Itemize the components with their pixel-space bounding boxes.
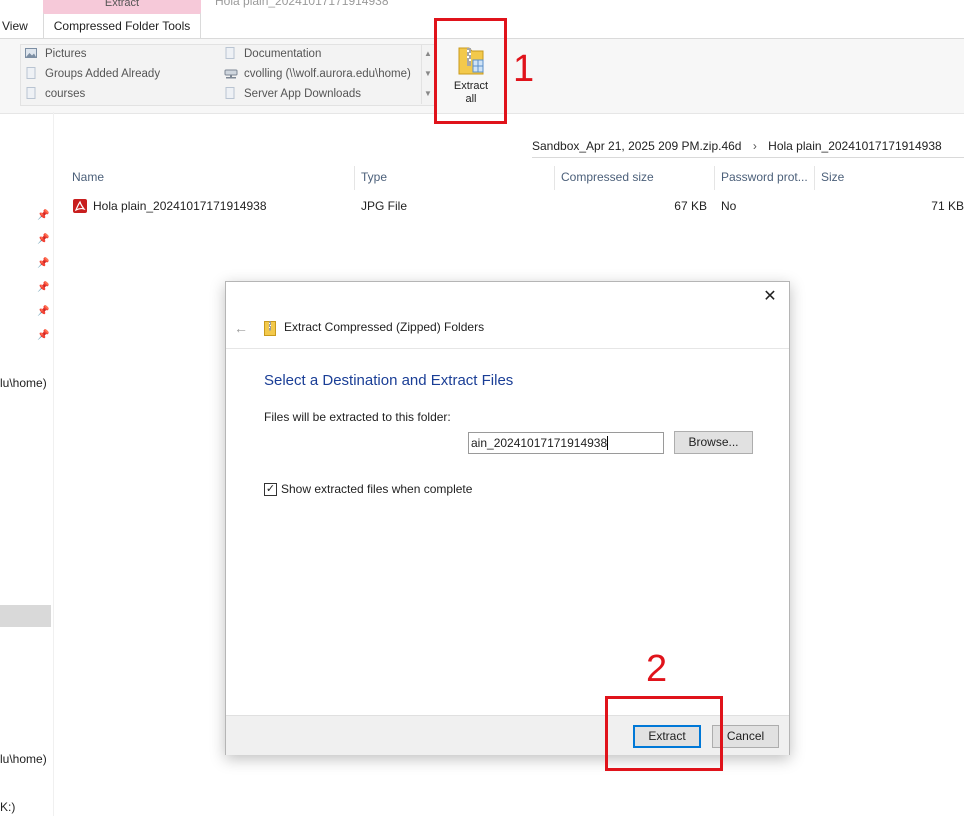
extract-context-tab-header: Extract <box>43 0 201 12</box>
annotation-box-2 <box>605 696 723 771</box>
nav-pane-divider[interactable] <box>53 112 54 816</box>
column-header-type[interactable]: Type <box>361 166 387 188</box>
gallery-item-pictures[interactable]: Pictures <box>25 45 87 63</box>
browse-button[interactable]: Browse... <box>674 431 753 454</box>
gallery-item-groups-added-already[interactable]: Groups Added Already <box>25 65 160 83</box>
gallery-item-network-home[interactable]: cvolling (\\wolf.aurora.edu\home) <box>224 65 411 83</box>
column-header-name[interactable]: Name <box>72 166 104 188</box>
destination-path-input[interactable]: ain_20241017171914938 <box>468 432 664 454</box>
address-bar-border <box>532 157 964 158</box>
folder-icon <box>224 87 236 99</box>
chevron-right-icon[interactable]: › <box>753 139 757 153</box>
file-compressed-size: 67 KB <box>674 199 707 213</box>
chevron-down-icon[interactable]: ▼ <box>422 64 434 84</box>
destination-label: Files will be extracted to this folder: <box>264 410 451 424</box>
breadcrumb[interactable]: Sandbox_Apr 21, 2025 209 PM.zip.46d › Ho… <box>532 137 942 155</box>
column-divider[interactable] <box>814 166 815 190</box>
extract-to-gallery: Pictures Groups Added Already courses Do… <box>20 44 436 106</box>
folder-icon <box>25 67 37 79</box>
file-type: JPG File <box>361 199 408 213</box>
folder-icon <box>224 47 236 59</box>
file-size: 71 KB <box>931 199 964 213</box>
gallery-expand-icon[interactable]: ▼ <box>422 84 434 104</box>
close-icon[interactable]: ✕ <box>761 288 779 306</box>
dialog-header-divider <box>226 348 789 349</box>
pictures-folder-icon <box>25 47 37 59</box>
column-divider[interactable] <box>714 166 715 190</box>
pdf-file-icon <box>73 199 87 213</box>
network-drive-icon <box>224 67 238 79</box>
column-header-compressed-size[interactable]: Compressed size <box>561 166 654 188</box>
chevron-up-icon[interactable]: ▲ <box>422 44 434 64</box>
dialog-heading: Select a Destination and Extract Files <box>264 372 514 389</box>
nav-item-selected[interactable] <box>0 605 51 627</box>
column-divider[interactable] <box>554 166 555 190</box>
file-password-protected: No <box>721 199 737 213</box>
breadcrumb-current-folder[interactable]: Hola plain_20241017171914938 <box>768 139 942 153</box>
annotation-number-1: 1 <box>513 48 535 90</box>
gallery-item-server-app-downloads[interactable]: Server App Downloads <box>224 85 361 103</box>
nav-item-drive-k[interactable]: K:) <box>0 800 15 814</box>
table-row[interactable]: Hola plain_20241017171914938 <box>73 197 267 215</box>
gallery-scroll[interactable]: ▲ ▼ ▼ <box>421 44 434 104</box>
column-header-size[interactable]: Size <box>821 166 844 188</box>
file-name: Hola plain_20241017171914938 <box>93 199 267 213</box>
breadcrumb-zip-archive[interactable]: Sandbox_Apr 21, 2025 209 PM.zip.46d <box>532 139 741 153</box>
show-extracted-files-checkbox[interactable]: ✓ <box>264 483 277 496</box>
gallery-item-documentation[interactable]: Documentation <box>224 45 321 63</box>
back-arrow-icon[interactable]: ← <box>234 320 248 336</box>
gallery-item-courses[interactable]: courses <box>25 85 85 103</box>
tab-view[interactable]: View <box>0 14 28 38</box>
pin-icon[interactable]: 📌 <box>37 235 49 245</box>
show-extracted-files-label[interactable]: Show extracted files when complete <box>281 482 472 496</box>
zip-folder-icon <box>264 320 276 336</box>
nav-item-network-home[interactable]: lu\home) <box>0 376 47 390</box>
dialog-title: Extract Compressed (Zipped) Folders <box>284 320 485 334</box>
tab-compressed-folder-tools[interactable]: Compressed Folder Tools <box>43 12 201 39</box>
window-title: Hola plain_20241017171914938 <box>215 0 389 8</box>
nav-item-network-home-2[interactable]: lu\home) <box>0 752 47 766</box>
pin-icon[interactable]: 📌 <box>37 259 49 269</box>
column-header-password-protected[interactable]: Password prot... <box>721 166 808 188</box>
annotation-number-2: 2 <box>646 648 668 690</box>
extract-dialog: ✕ ← Extract Compressed (Zipped) Folders … <box>225 281 790 755</box>
pin-icon[interactable]: 📌 <box>37 211 49 221</box>
pin-icon[interactable]: 📌 <box>37 307 49 317</box>
folder-icon <box>25 87 37 99</box>
pin-icon[interactable]: 📌 <box>37 331 49 341</box>
annotation-box-1 <box>434 18 507 124</box>
pin-icon[interactable]: 📌 <box>37 283 49 293</box>
column-divider[interactable] <box>354 166 355 190</box>
